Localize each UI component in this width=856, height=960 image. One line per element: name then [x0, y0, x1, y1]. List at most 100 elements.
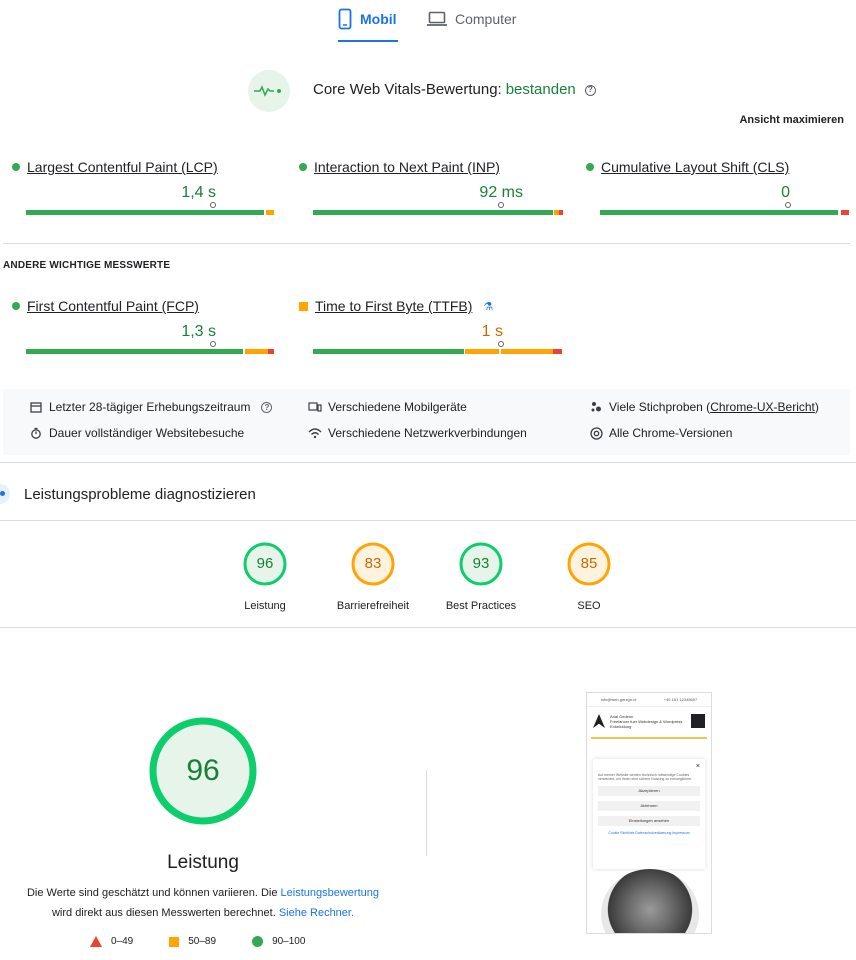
info-duration: Dauer vollständiger Websitebesuche [29, 426, 244, 440]
score-label: Best Practices [445, 600, 517, 612]
square-icon [169, 936, 180, 947]
metric-name-link[interactable]: Largest Contentful Paint (LCP) [27, 159, 218, 175]
legend-average: 50–89 [169, 936, 216, 947]
menu-icon [691, 714, 705, 728]
portrait-photo [601, 869, 699, 933]
circle-icon [252, 936, 264, 947]
wifi-icon [308, 426, 322, 440]
maximize-view-link[interactable]: Ansicht maximieren [739, 114, 844, 126]
score-label: Barrierefreiheit [336, 600, 410, 612]
calculator-link[interactable]: Siehe Rechner. [279, 907, 354, 919]
metric-value: 92 ms [479, 184, 523, 201]
cwv-assessment: Core Web Vitals-Bewertung: bestanden ? [313, 80, 596, 100]
metric-fcp: First Contentful Paint (FCP) 1,3 s [12, 297, 277, 367]
performance-gauge: 96 [148, 716, 258, 826]
distribution-bar [26, 349, 274, 354]
performance-title: Leistung [167, 852, 239, 873]
triangle-icon [90, 936, 102, 947]
metric-name-link[interactable]: First Contentful Paint (FCP) [27, 298, 199, 314]
score-gauge-seo[interactable]: 85 SEO [544, 541, 634, 612]
score-value: 96 [256, 555, 274, 572]
score-gauge-best-practices[interactable]: 93 Best Practices [436, 541, 526, 612]
distribution-bar [313, 349, 562, 354]
good-status-icon [12, 163, 20, 171]
smartphone-icon [338, 8, 352, 30]
distribution-bar [600, 210, 849, 215]
score-gauge-barrierefreiheit[interactable]: 83 Barrierefreiheit [328, 541, 418, 612]
thumb-accent-line [591, 737, 707, 739]
chrome-ux-report-link[interactable]: Chrome-UX-Bericht [710, 400, 815, 414]
score-label: Leistung [244, 600, 286, 612]
metric-lcp: Largest Contentful Paint (LCP) 1,4 s [12, 158, 277, 228]
info-network: Verschiedene Netzwerkverbindungen [308, 426, 527, 440]
timer-icon [29, 426, 43, 440]
metric-name-link[interactable]: Time to First Byte (TTFB) [315, 298, 472, 314]
info-samples: Viele Stichproben (Chrome-UX-Bericht) [589, 400, 819, 414]
thumb-header: Arial Gedeon Freelancer fuer Webdesign & … [587, 707, 711, 735]
diagnose-header: Leistungsprobleme diagnostizieren [0, 482, 256, 506]
help-icon[interactable]: ? [261, 401, 273, 413]
tab-computer-label: Computer [455, 11, 517, 27]
distribution-bar [26, 210, 274, 215]
divider [0, 627, 856, 628]
value-marker [785, 202, 791, 214]
metric-ttfb: Time to First Byte (TTFB) ⚗ 1 s [299, 297, 564, 367]
device-tabs: Mobil Computer [0, 0, 856, 42]
chrome-icon [589, 426, 603, 440]
metric-value: 1,4 s [181, 184, 216, 201]
metric-value: 1 s [481, 323, 503, 340]
good-status-icon [299, 163, 307, 171]
good-status-icon [586, 163, 594, 171]
data-collection-info: Letzter 28-tägiger Erhebungszeitraum ? V… [3, 389, 850, 455]
help-icon[interactable]: ? [584, 84, 596, 96]
good-status-icon [12, 302, 20, 310]
other-metrics-heading: ANDERE WICHTIGE MESSWERTE [3, 260, 171, 271]
cwv-status: bestanden [505, 81, 576, 98]
tab-mobil-label: Mobil [360, 11, 397, 27]
laptop-icon [427, 11, 447, 26]
value-marker [210, 341, 216, 353]
vitals-pulse-icon [248, 70, 290, 112]
people-icon [589, 400, 603, 414]
page-screenshot-thumbnail: info@web.gerzgn.ct +49 151 12345697 Aria… [586, 692, 712, 934]
score-value: 93 [472, 555, 490, 572]
value-marker [498, 341, 504, 353]
metric-name-link[interactable]: Interaction to Next Paint (INP) [314, 159, 500, 175]
score-legend: 0–49 50–89 90–100 [90, 936, 341, 947]
distribution-bar [313, 210, 563, 215]
divider [0, 462, 856, 463]
tab-computer[interactable]: Computer [427, 8, 527, 42]
leistungsbewertung-link[interactable]: Leistungsbewertung [281, 887, 379, 899]
experimental-flask-icon[interactable]: ⚗ [483, 300, 493, 313]
vertical-divider [426, 770, 427, 856]
metric-cls: Cumulative Layout Shift (CLS) 0 [586, 158, 851, 228]
legend-poor: 0–49 [90, 936, 133, 947]
legend-good: 90–100 [252, 936, 305, 947]
divider [0, 520, 856, 521]
performance-score: 96 [186, 754, 220, 787]
metric-inp: Interaction to Next Paint (INP) 92 ms [299, 158, 564, 228]
metric-name-link[interactable]: Cumulative Layout Shift (CLS) [601, 159, 789, 175]
score-gauge-leistung[interactable]: 96 Leistung [220, 541, 310, 612]
needs-improvement-status-icon [299, 301, 308, 311]
info-devices: Verschiedene Mobilgeräte [308, 400, 467, 414]
score-value: 85 [580, 555, 598, 572]
devices-icon [308, 400, 322, 414]
performance-description: Die Werte sind geschätzt und können vari… [26, 887, 379, 919]
info-versions: Alle Chrome-Versionen [589, 426, 732, 440]
score-label: SEO [577, 600, 601, 612]
metric-value: 1,3 s [181, 323, 216, 340]
diagnose-icon [0, 484, 10, 504]
thumb-topbar: info@web.gerzgn.ct +49 151 12345697 [587, 693, 711, 707]
diagnose-title: Leistungsprobleme diagnostizieren [24, 485, 256, 503]
tab-mobil[interactable]: Mobil [338, 8, 398, 42]
value-marker [210, 202, 216, 214]
thumb-cookie-modal: × Auf meiner Website werden technisch no… [593, 759, 705, 869]
rocket-logo-icon [593, 714, 605, 728]
score-value: 83 [364, 555, 382, 572]
metric-value: 0 [781, 184, 790, 201]
cwv-title-text: Core Web Vitals-Bewertung: [313, 81, 502, 98]
divider [3, 243, 850, 244]
info-period: Letzter 28-tägiger Erhebungszeitraum ? [29, 400, 273, 414]
calendar-icon [29, 400, 43, 414]
